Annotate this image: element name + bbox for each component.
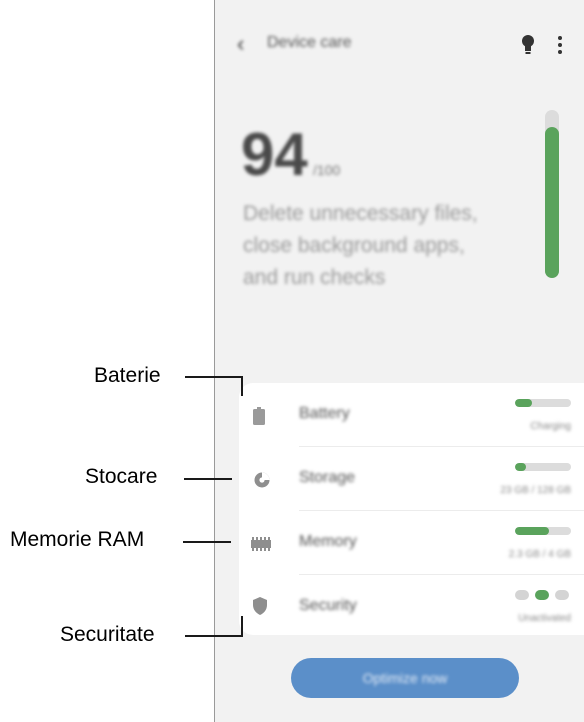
callout-line (241, 616, 243, 637)
storage-bar (515, 463, 571, 471)
indicator-dot (555, 590, 569, 600)
callout-line (241, 376, 243, 396)
device-care-screen: ‹ Device care 94 /100 Delete unnecessary… (214, 0, 584, 722)
memory-label: Memory (299, 533, 357, 550)
page-title: Device care (267, 34, 352, 51)
security-row[interactable]: Security Unactivated (239, 575, 584, 637)
callout-line (184, 478, 232, 480)
care-score-meter-fill (545, 126, 559, 278)
callout-line (183, 541, 231, 543)
callout-memory: Memorie RAM (10, 528, 145, 551)
battery-label: Battery (299, 405, 350, 422)
battery-bar-fill (515, 399, 532, 407)
lightbulb-icon[interactable] (519, 33, 537, 57)
callout-storage: Stocare (85, 465, 158, 488)
callout-line (185, 376, 243, 378)
battery-row[interactable]: Battery Charging (239, 383, 584, 445)
shield-icon (253, 597, 267, 615)
security-status: Unactivated (518, 613, 571, 624)
callout-line (185, 635, 243, 637)
indicator-dot (515, 590, 529, 600)
battery-bar (515, 399, 571, 407)
security-indicator (515, 590, 575, 602)
care-score: 94 (241, 121, 308, 188)
status-card: Battery Charging Storage 23 GB / 128 GB (239, 383, 584, 635)
memory-bar-fill (515, 527, 549, 535)
more-options-icon[interactable] (555, 34, 565, 56)
storage-status: 23 GB / 128 GB (500, 485, 571, 496)
memory-icon (251, 537, 271, 551)
optimize-now-label: Optimize now (362, 670, 448, 686)
care-score-unit: /100 (313, 162, 341, 178)
optimize-now-button[interactable]: Optimize now (291, 658, 519, 698)
security-label: Security (299, 597, 357, 614)
memory-row[interactable]: Memory 2.3 GB / 4 GB (239, 511, 584, 573)
indicator-dot-active (535, 590, 549, 600)
back-button[interactable]: ‹ (237, 30, 259, 58)
storage-row[interactable]: Storage 23 GB / 128 GB (239, 447, 584, 509)
memory-status: 2.3 GB / 4 GB (508, 549, 571, 560)
callout-security: Securitate (60, 623, 155, 646)
care-score-meter (545, 110, 559, 278)
callout-battery: Baterie (94, 364, 161, 387)
storage-icon (254, 472, 270, 488)
battery-status: Charging (530, 421, 571, 432)
care-tip: Delete unnecessary files, close backgrou… (243, 202, 478, 289)
battery-icon (253, 407, 265, 425)
storage-label: Storage (299, 469, 356, 486)
memory-bar (515, 527, 571, 535)
storage-bar-fill (515, 463, 527, 471)
